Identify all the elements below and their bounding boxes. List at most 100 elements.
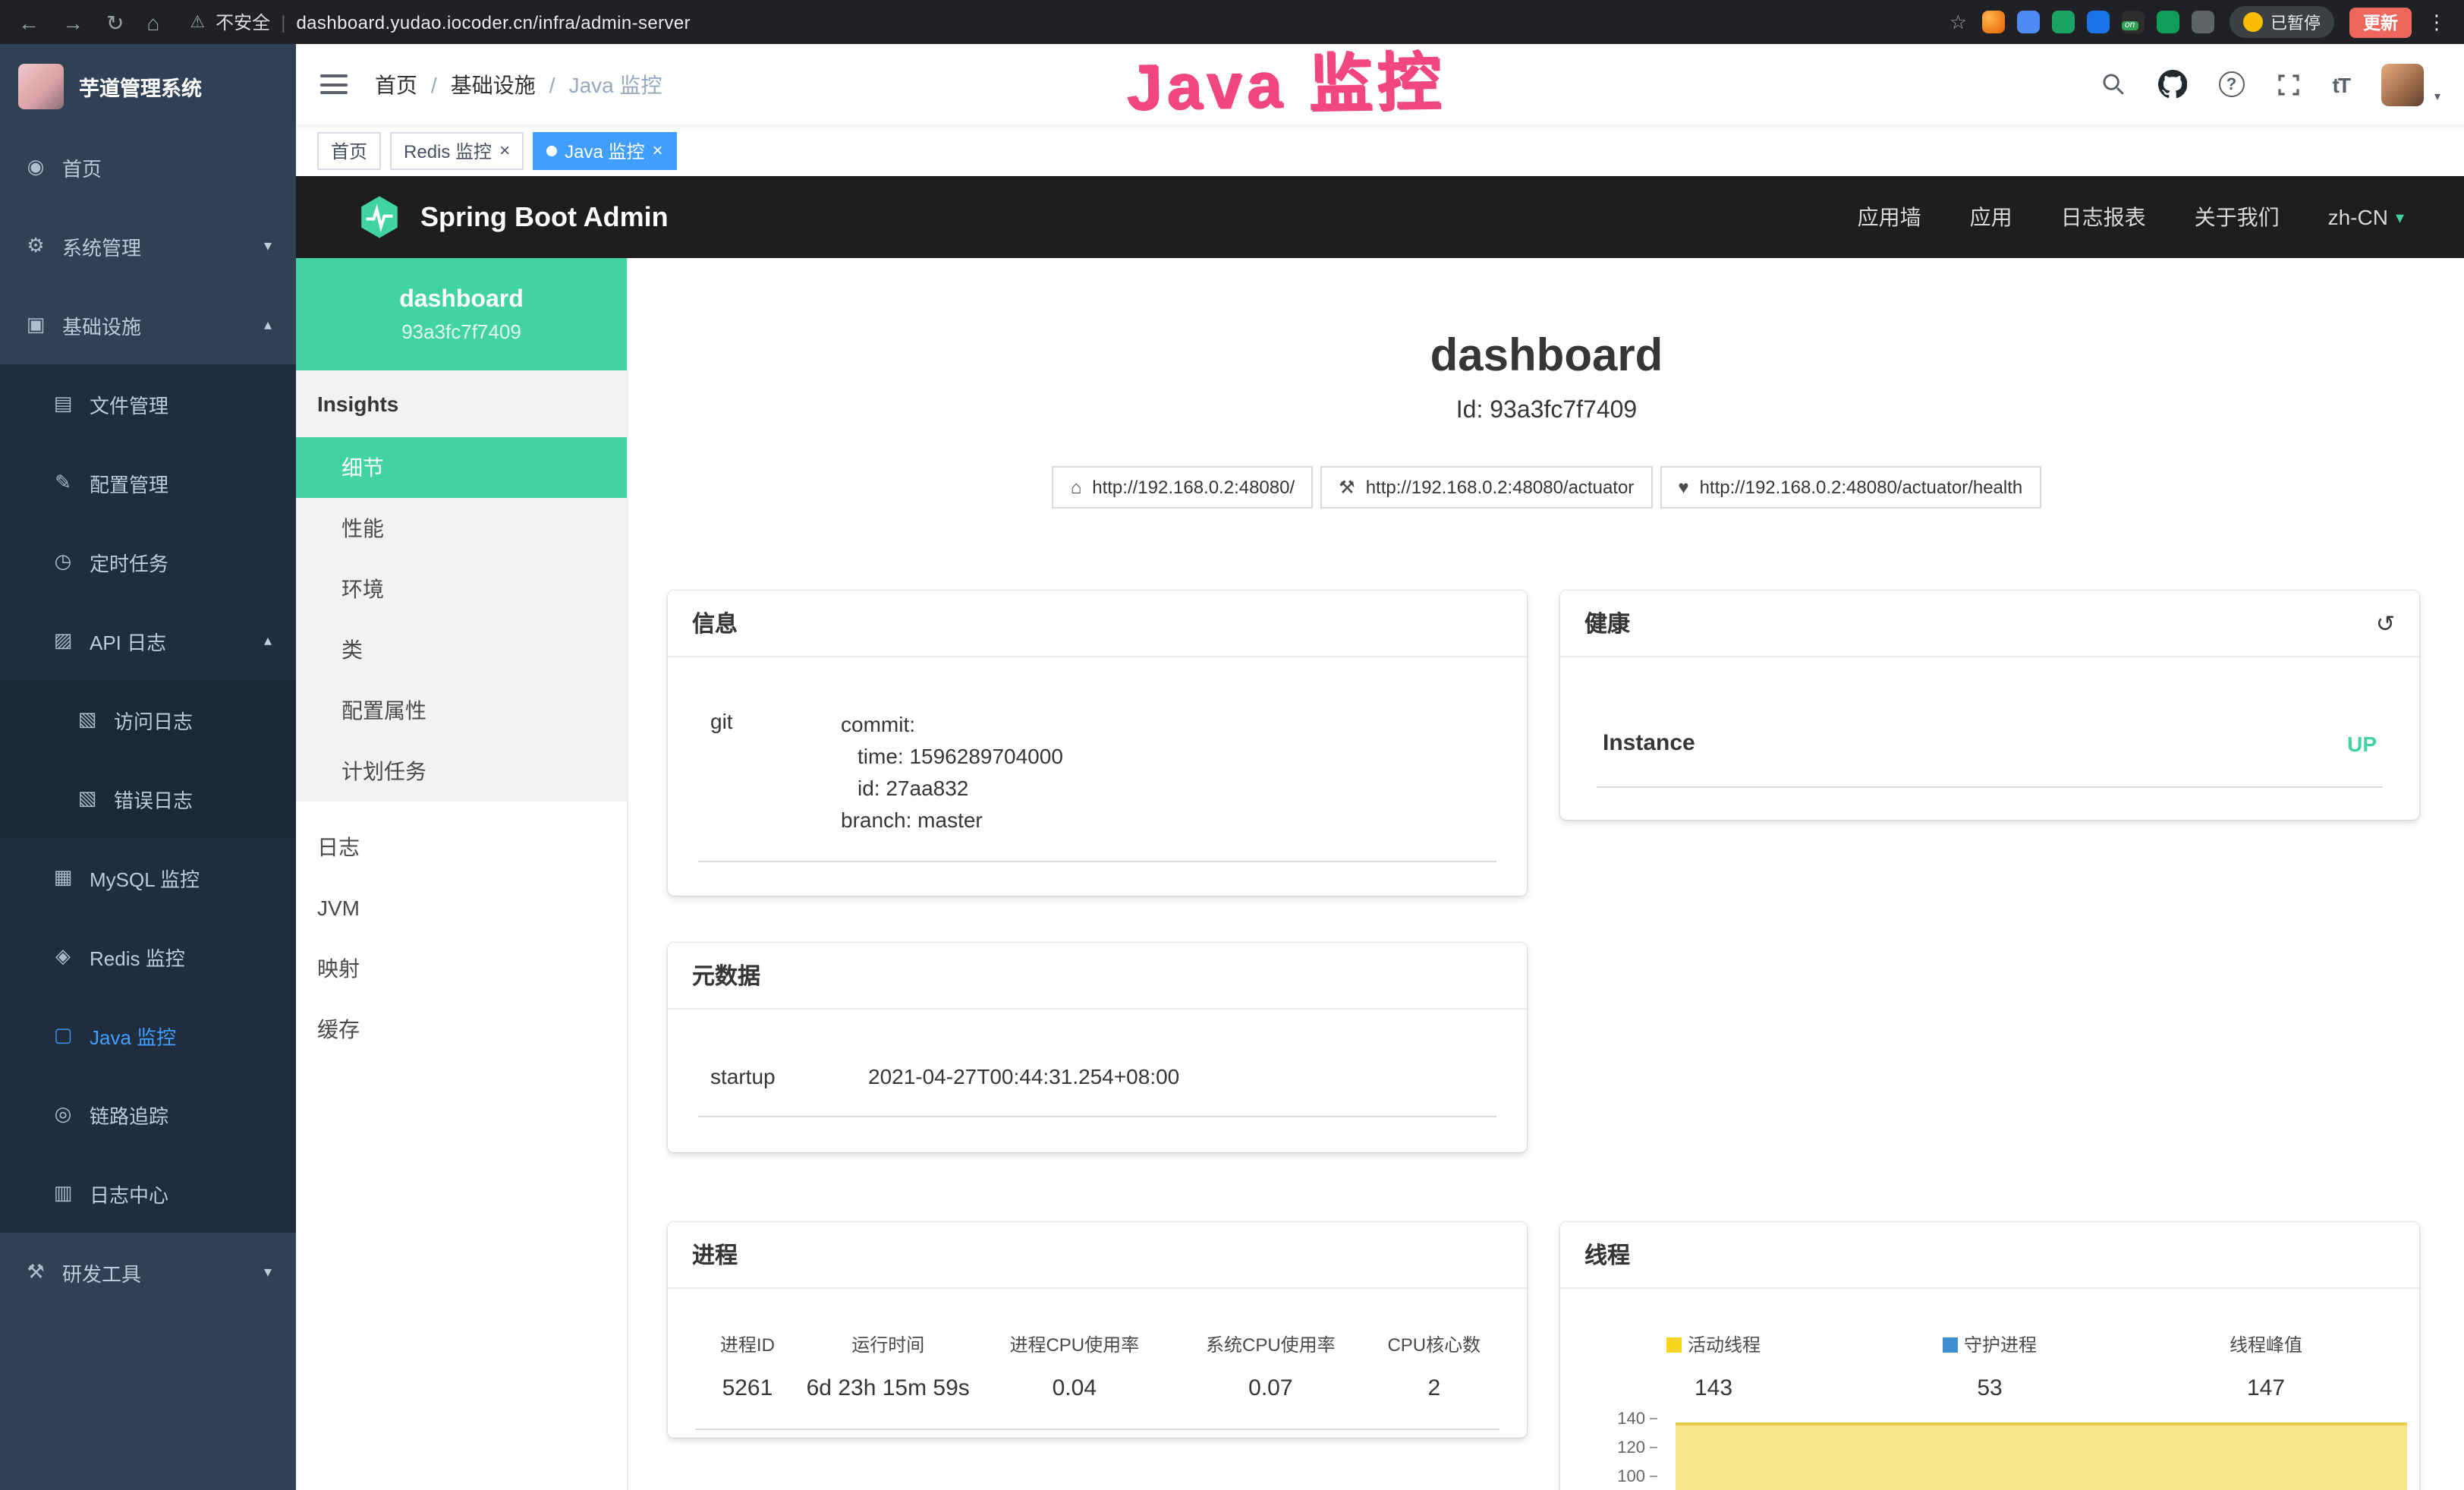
sidebar-toggle-icon[interactable]	[320, 74, 348, 94]
health-url-link[interactable]: ♥ http://192.168.0.2:48080/actuator/heal…	[1660, 466, 2041, 509]
help-icon[interactable]: ?	[2219, 71, 2245, 97]
process-uptime: 运行时间 6d 23h 15m 59s	[800, 1331, 977, 1401]
breadcrumb-current: Java 监控	[569, 69, 662, 99]
gear-icon: ⚙	[24, 234, 47, 258]
sidebar-item-redis-monitor[interactable]: ◈ Redis 监控	[0, 917, 296, 996]
git-info-row: git commit: time: 1596289704000 id: 27aa…	[698, 709, 1496, 862]
browser-back-icon[interactable]: ←	[18, 11, 39, 33]
sidebar-item-file-management[interactable]: ▤ 文件管理	[0, 364, 296, 443]
font-size-icon[interactable]: tT	[2333, 72, 2349, 96]
legend-peak-threads: 线程峰值 147	[2128, 1331, 2404, 1401]
breadcrumb-section[interactable]: 基础设施	[451, 69, 536, 99]
git-id-line: id: 27aa832	[841, 773, 1063, 805]
search-icon[interactable]	[2101, 71, 2126, 97]
sba-item-logs[interactable]: 日志	[296, 817, 627, 877]
card-title: 元数据	[692, 959, 760, 991]
sba-item-properties[interactable]: 配置属性	[296, 680, 627, 741]
extension-icon[interactable]	[2087, 11, 2110, 33]
tools-icon: ⚒	[24, 1260, 47, 1284]
sidebar-item-api-logs[interactable]: ▨ API 日志 ▴	[0, 601, 296, 680]
sidebar-item-tracing[interactable]: ◎ 链路追踪	[0, 1075, 296, 1154]
sidebar-item-scheduled-tasks[interactable]: ◷ 定时任务	[0, 522, 296, 601]
git-commit-line: commit:	[841, 709, 1063, 741]
legend-daemon-threads: 守护进程 53	[1852, 1331, 2128, 1401]
sba-sidebar: dashboard 93a3fc7f7409 Insights 细节 性能 环境…	[296, 258, 628, 1490]
eye-icon: ◎	[52, 1102, 74, 1126]
sba-item-caches[interactable]: 缓存	[296, 999, 627, 1060]
sidebar-item-infrastructure[interactable]: ▣ 基础设施 ▴	[0, 285, 296, 364]
address-bar[interactable]: ⚠ 不安全 | dashboard.yudao.iocoder.cn/infra…	[190, 9, 691, 35]
browser-forward-icon[interactable]: →	[62, 11, 83, 33]
sidebar-item-access-logs[interactable]: ▧ 访问日志	[0, 680, 296, 759]
profile-paused-badge[interactable]: 已暂停	[2230, 6, 2334, 38]
sidebar-item-label: 系统管理	[62, 232, 249, 260]
actuator-url-link[interactable]: ⚒ http://192.168.0.2:48080/actuator	[1320, 466, 1652, 509]
close-icon[interactable]: ×	[652, 141, 662, 159]
sba-item-details[interactable]: 细节	[296, 437, 627, 498]
breadcrumb-separator: /	[549, 72, 555, 96]
sba-instance-header[interactable]: dashboard 93a3fc7f7409	[296, 258, 627, 370]
legend-swatch-blue	[1943, 1337, 1958, 1352]
chevron-down-icon: ▾	[264, 238, 272, 254]
breadcrumb: 首页 / 基础设施 / Java 监控	[375, 69, 662, 99]
sidebar-item-config-management[interactable]: ✎ 配置管理	[0, 443, 296, 522]
sba-nav-applications[interactable]: 应用	[1970, 202, 2012, 232]
sba-item-classes[interactable]: 类	[296, 619, 627, 680]
extension-puzzle-icon[interactable]	[2192, 11, 2214, 33]
browser-home-icon[interactable]: ⌂	[146, 11, 159, 33]
github-icon[interactable]	[2158, 70, 2187, 99]
sba-item-performance[interactable]: 性能	[296, 498, 627, 559]
wrench-icon: ⚒	[1339, 477, 1355, 498]
browser-menu-icon[interactable]: ⋮	[2427, 12, 2447, 32]
sba-locale-select[interactable]: zh-CN ▾	[2328, 205, 2404, 229]
sidebar-menu: ◉ 首页 ⚙ 系统管理 ▾ ▣ 基础设施 ▴ ▤ 文件管理	[0, 128, 296, 1312]
sidebar-item-label: API 日志	[90, 626, 249, 655]
sidebar-item-error-logs[interactable]: ▧ 错误日志	[0, 759, 296, 838]
sidebar-item-java-monitor[interactable]: ▢ Java 监控	[0, 996, 296, 1075]
sba-nav-wall[interactable]: 应用墙	[1858, 202, 1921, 232]
browser-reload-icon[interactable]: ↻	[106, 11, 124, 33]
annotation-java-monitor: Java 监控	[1125, 30, 1446, 128]
tab-redis-monitor[interactable]: Redis 监控 ×	[390, 131, 524, 169]
legend-value: 147	[2128, 1375, 2404, 1401]
bookmark-star-icon[interactable]: ☆	[1949, 12, 1967, 32]
metric-value: 5261	[695, 1375, 800, 1401]
legend-active-threads: 活动线程 143	[1575, 1331, 1852, 1401]
tab-java-monitor[interactable]: Java 监控 ×	[533, 131, 676, 169]
fullscreen-icon[interactable]	[2277, 72, 2301, 96]
sidebar-item-mysql-monitor[interactable]: ▦ MySQL 监控	[0, 838, 296, 917]
extension-icon[interactable]: on	[2122, 11, 2145, 33]
link-text: http://192.168.0.2:48080/	[1092, 477, 1295, 498]
sidebar-item-home[interactable]: ◉ 首页	[0, 128, 296, 206]
startup-row: startup 2021-04-27T00:44:31.254+08:00	[698, 1064, 1496, 1117]
sba-nav-journal[interactable]: 日志报表	[2061, 202, 2146, 232]
sba-item-jvm[interactable]: JVM	[296, 877, 627, 938]
monitor-icon: ▣	[24, 313, 47, 337]
y-axis-tick: 140	[1578, 1410, 1657, 1429]
sba-item-environment[interactable]: 环境	[296, 559, 627, 619]
extension-icon[interactable]	[2157, 11, 2179, 33]
card-title: 线程	[1584, 1239, 1630, 1271]
extension-icon[interactable]	[1982, 11, 2005, 33]
metric-label: 运行时间	[800, 1331, 977, 1357]
sidebar-item-label: 错误日志	[114, 784, 272, 813]
legend-value: 53	[1852, 1375, 2128, 1401]
history-icon[interactable]: ↺	[2376, 610, 2395, 637]
card-title: 进程	[692, 1239, 738, 1271]
sidebar-item-system[interactable]: ⚙ 系统管理 ▾	[0, 206, 296, 285]
git-time-line: time: 1596289704000	[841, 741, 1063, 773]
logo-avatar	[18, 63, 64, 109]
extension-icon[interactable]	[2017, 11, 2040, 33]
user-avatar[interactable]	[2381, 63, 2424, 106]
close-icon[interactable]: ×	[499, 141, 510, 159]
breadcrumb-home[interactable]: 首页	[375, 69, 417, 99]
sba-item-mappings[interactable]: 映射	[296, 938, 627, 999]
browser-update-button[interactable]: 更新	[2349, 7, 2412, 37]
sidebar-item-dev-tools[interactable]: ⚒ 研发工具 ▾	[0, 1233, 296, 1312]
service-url-link[interactable]: ⌂ http://192.168.0.2:48080/	[1053, 466, 1313, 509]
sba-item-scheduled-tasks[interactable]: 计划任务	[296, 741, 627, 802]
tab-home[interactable]: 首页	[317, 131, 381, 169]
sba-nav-about[interactable]: 关于我们	[2195, 202, 2280, 232]
extension-icon[interactable]	[2052, 11, 2075, 33]
sidebar-item-log-center[interactable]: ▥ 日志中心	[0, 1154, 296, 1233]
